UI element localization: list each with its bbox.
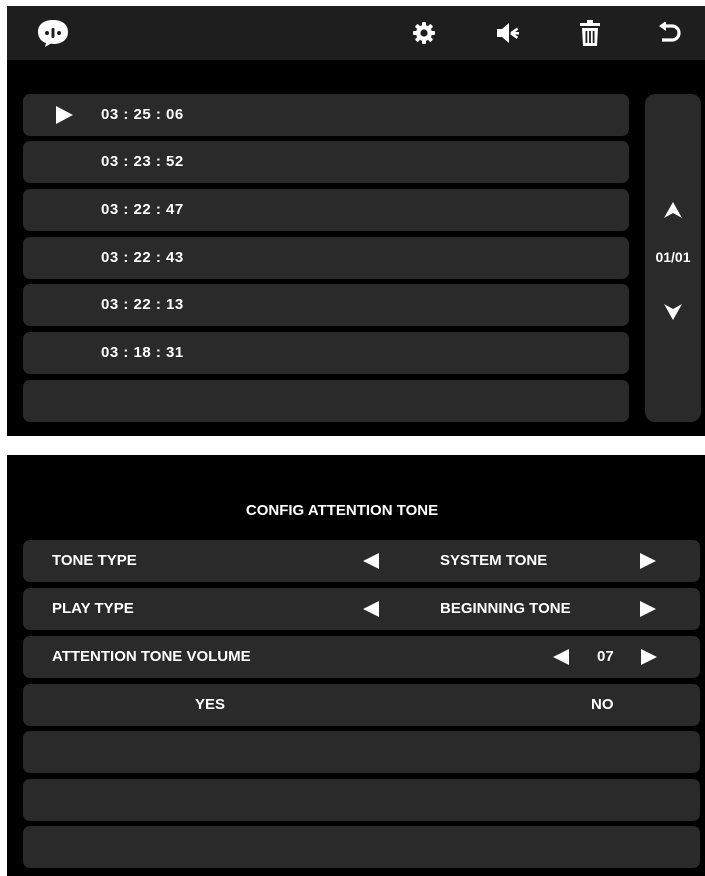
arrow-left-icon[interactable] bbox=[363, 553, 379, 569]
recording-list-screen: 03 : 25 : 06 03 : 23 : 52 03 : 22 : 47 0… bbox=[7, 6, 705, 436]
yes-button[interactable]: YES bbox=[195, 684, 225, 726]
empty-row bbox=[23, 731, 700, 773]
toolbar bbox=[7, 6, 705, 60]
recording-row-empty[interactable] bbox=[23, 380, 629, 422]
play-type-row[interactable]: PLAY TYPE BEGINNING TONE bbox=[23, 588, 700, 630]
volume-label: ATTENTION TONE VOLUME bbox=[52, 648, 251, 665]
recording-time: 03 : 23 : 52 bbox=[101, 153, 184, 170]
recording-row[interactable]: 03 : 18 : 31 bbox=[23, 332, 629, 374]
play-type-label: PLAY TYPE bbox=[52, 600, 134, 617]
recording-row[interactable]: 03 : 23 : 52 bbox=[23, 141, 629, 183]
back-arrow-icon[interactable] bbox=[655, 6, 685, 60]
recording-row[interactable]: 03 : 25 : 06 bbox=[23, 94, 629, 136]
arrow-right-icon[interactable] bbox=[640, 553, 656, 569]
tone-type-row[interactable]: TONE TYPE SYSTEM TONE bbox=[23, 540, 700, 582]
page-indicator: 01/01 bbox=[655, 249, 691, 265]
tone-type-value: SYSTEM TONE bbox=[440, 552, 548, 569]
page-title: CONFIG ATTENTION TONE bbox=[245, 502, 439, 519]
confirm-row: YES NO bbox=[23, 684, 700, 726]
config-attention-tone-screen: CONFIG ATTENTION TONE TONE TYPE SYSTEM T… bbox=[7, 455, 705, 876]
arrow-right-icon[interactable] bbox=[641, 649, 657, 665]
empty-row bbox=[23, 826, 700, 868]
volume-value: 07 bbox=[597, 648, 614, 665]
trash-icon[interactable] bbox=[575, 6, 605, 60]
recording-row[interactable]: 03 : 22 : 13 bbox=[23, 284, 629, 326]
empty-row bbox=[23, 779, 700, 821]
recording-time: 03 : 22 : 13 bbox=[101, 296, 184, 313]
page-down-icon[interactable] bbox=[664, 304, 682, 320]
tone-type-label: TONE TYPE bbox=[52, 552, 137, 569]
recording-row[interactable]: 03 : 22 : 47 bbox=[23, 189, 629, 231]
page-up-icon[interactable] bbox=[664, 202, 682, 218]
recording-time: 03 : 22 : 47 bbox=[101, 201, 184, 218]
recording-time: 03 : 25 : 06 bbox=[101, 106, 184, 123]
play-type-value: BEGINNING TONE bbox=[440, 600, 571, 617]
recording-time: 03 : 22 : 43 bbox=[101, 249, 184, 266]
no-button[interactable]: NO bbox=[591, 684, 614, 726]
attention-tone-volume-row[interactable]: ATTENTION TONE VOLUME 07 bbox=[23, 636, 700, 678]
arrow-left-icon[interactable] bbox=[553, 649, 569, 665]
speaker-icon[interactable] bbox=[493, 6, 523, 60]
play-icon[interactable] bbox=[55, 106, 73, 124]
recording-row[interactable]: 03 : 22 : 43 bbox=[23, 237, 629, 279]
recording-time: 03 : 18 : 31 bbox=[101, 344, 184, 361]
chat-bubble-icon[interactable] bbox=[33, 6, 73, 60]
page-navigator: 01/01 bbox=[645, 94, 701, 422]
arrow-left-icon[interactable] bbox=[363, 601, 379, 617]
gear-icon[interactable] bbox=[409, 6, 439, 60]
arrow-right-icon[interactable] bbox=[640, 601, 656, 617]
